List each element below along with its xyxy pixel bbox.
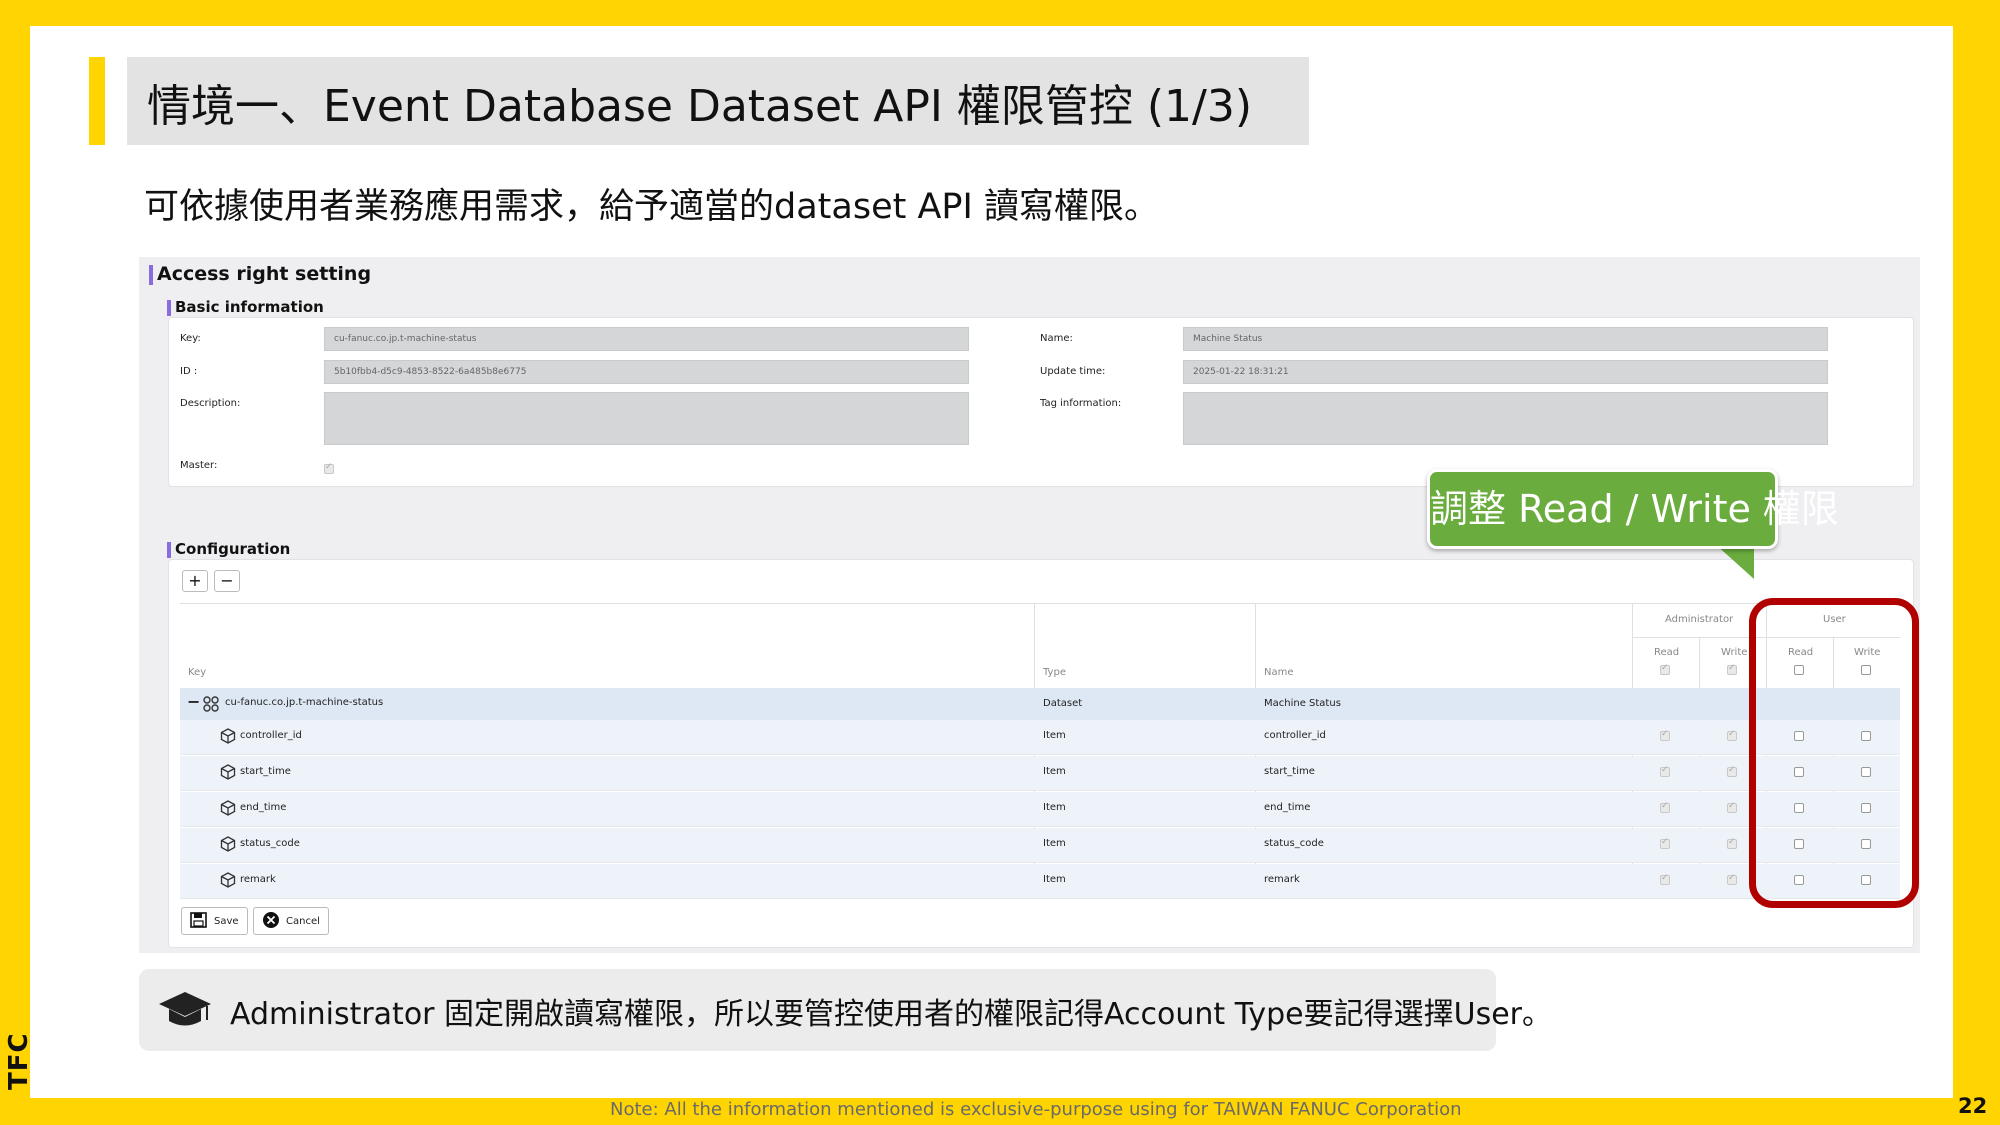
table-row[interactable] — [180, 828, 1900, 863]
table-row[interactable] — [180, 756, 1900, 791]
add-row-button[interactable]: + — [182, 570, 208, 592]
row-name: status_code — [1264, 838, 1324, 849]
table-top-border — [180, 603, 1900, 604]
name-column-header: Name — [1264, 667, 1294, 678]
admin-group-header: Administrator — [1665, 614, 1734, 625]
admin-write-checkbox[interactable] — [1727, 801, 1737, 813]
row-key: start_time — [240, 766, 291, 777]
admin-read-checkbox[interactable] — [1660, 801, 1670, 813]
dataset-icon — [203, 696, 219, 712]
row-type: Item — [1043, 766, 1066, 777]
key-field[interactable]: cu-fanuc.co.jp.t-machine-status — [324, 327, 969, 351]
master-label: Master: — [180, 460, 218, 471]
admin-read-checkbox[interactable] — [1660, 837, 1670, 849]
tag-info-label: Tag information: — [1040, 398, 1122, 409]
row-name: remark — [1264, 874, 1300, 885]
row-type: Item — [1043, 730, 1066, 741]
row-key: controller_id — [240, 730, 302, 741]
admin-read-header: Read — [1654, 647, 1680, 658]
save-button-label: Save — [214, 915, 239, 927]
cube-icon — [220, 836, 236, 852]
basic-info-heading-text: Basic information — [175, 298, 324, 316]
row-key: remark — [240, 874, 276, 885]
name-field[interactable]: Machine Status — [1183, 327, 1828, 351]
cancel-button[interactable]: Cancel — [253, 907, 329, 935]
save-icon — [190, 911, 208, 931]
admin-read-checkbox[interactable] — [1660, 873, 1670, 885]
configuration-heading-text: Configuration — [175, 540, 291, 558]
row-key: status_code — [240, 838, 300, 849]
user-permission-highlight — [1749, 598, 1919, 908]
admin-write-all-checkbox[interactable] — [1727, 663, 1737, 675]
remove-row-button[interactable]: − — [214, 570, 240, 592]
company-logo: TFC — [4, 1032, 34, 1090]
admin-write-checkbox[interactable] — [1727, 765, 1737, 777]
tag-info-field[interactable] — [1183, 392, 1828, 445]
callout-bubble: 調整 Read / Write 權限 — [1427, 469, 1839, 549]
row-type: Item — [1043, 802, 1066, 813]
dataset-key: cu-fanuc.co.jp.t-machine-status — [225, 697, 384, 708]
basic-info-heading: Basic information — [167, 298, 324, 316]
app-title-text: Access right setting — [157, 263, 372, 285]
save-button[interactable]: Save — [181, 907, 248, 935]
admin-read-checkbox[interactable] — [1660, 729, 1670, 741]
id-field[interactable]: 5b10fbb4-d5c9-4853-8522-6a485b8e6775 — [324, 360, 969, 384]
cube-icon — [220, 728, 236, 744]
slide-title: 情境一、Event Database Dataset API 權限管控 (1/3… — [147, 81, 1252, 132]
name-label: Name: — [1040, 333, 1073, 344]
admin-write-checkbox[interactable] — [1727, 837, 1737, 849]
description-label: Description: — [180, 398, 241, 409]
admin-write-header: Write — [1721, 647, 1748, 658]
admin-write-checkbox[interactable] — [1727, 729, 1737, 741]
cube-icon — [220, 800, 236, 816]
row-name: end_time — [1264, 802, 1311, 813]
table-row[interactable] — [180, 792, 1900, 827]
page-number: 22 — [1958, 1094, 1988, 1118]
row-key: end_time — [240, 802, 287, 813]
footer-note: Note: All the information mentioned is e… — [610, 1099, 1462, 1120]
description-field[interactable] — [324, 392, 969, 445]
admin-read-checkbox[interactable] — [1660, 765, 1670, 777]
app-title: Access right setting — [149, 263, 371, 285]
title-accent-bar — [89, 57, 105, 145]
graduation-cap-icon — [158, 990, 212, 1034]
cube-icon — [220, 764, 236, 780]
key-label: Key: — [180, 333, 201, 344]
row-type: Item — [1043, 874, 1066, 885]
note-text: Administrator 固定開啟讀寫權限，所以要管控使用者的權限記得Acco… — [230, 997, 1552, 1032]
collapse-icon[interactable]: − — [187, 692, 200, 711]
admin-read-all-checkbox[interactable] — [1660, 663, 1670, 675]
admin-write-checkbox[interactable] — [1727, 873, 1737, 885]
dataset-type: Dataset — [1043, 698, 1083, 709]
id-label: ID : — [180, 366, 198, 377]
update-time-field[interactable]: 2025-01-22 18:31:21 — [1183, 360, 1828, 384]
slide-subtitle: 可依據使用者業務應用需求，給予適當的dataset API 讀寫權限。 — [144, 187, 1159, 227]
dataset-name: Machine Status — [1264, 698, 1341, 709]
table-row[interactable] — [180, 720, 1900, 755]
table-row[interactable] — [180, 864, 1900, 899]
configuration-heading: Configuration — [167, 540, 290, 558]
update-time-label: Update time: — [1040, 366, 1106, 377]
cancel-icon — [262, 911, 280, 932]
row-name: start_time — [1264, 766, 1315, 777]
row-name: controller_id — [1264, 730, 1326, 741]
cancel-button-label: Cancel — [286, 915, 320, 927]
type-column-header: Type — [1043, 667, 1066, 678]
table-row-dataset[interactable] — [180, 688, 1900, 723]
cube-icon — [220, 872, 236, 888]
key-column-header: Key — [188, 667, 207, 678]
master-checkbox[interactable] — [324, 462, 334, 474]
row-type: Item — [1043, 838, 1066, 849]
